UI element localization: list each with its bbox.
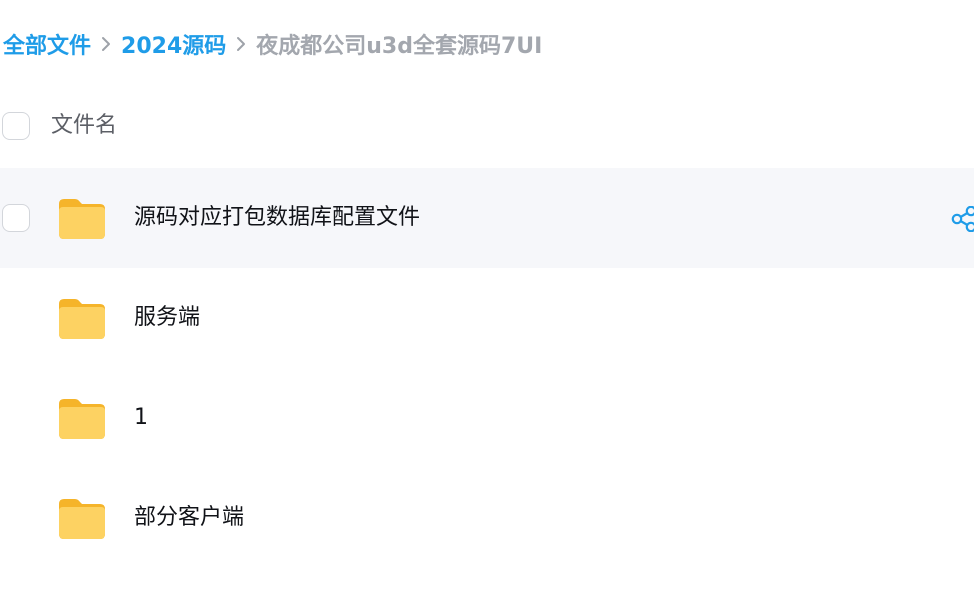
folder-icon [57,396,107,440]
file-row[interactable]: 源码对应打包数据库配置文件 [0,168,974,268]
breadcrumb-item-all-files[interactable]: 全部文件 [3,28,91,60]
file-row[interactable]: 1 [0,368,974,468]
folder-icon [57,196,107,240]
share-icon[interactable] [950,206,974,232]
file-name[interactable]: 源码对应打包数据库配置文件 [134,202,420,234]
file-list: 源码对应打包数据库配置文件 服务端 1 部分客户端 [0,168,974,568]
list-header: 文件名 [0,100,974,152]
breadcrumb-item-2024-source[interactable]: 2024源码 [121,28,226,60]
file-name[interactable]: 服务端 [134,302,200,334]
select-all-checkbox[interactable] [2,112,30,140]
row-checkbox[interactable] [2,204,30,232]
column-header-filename[interactable]: 文件名 [51,112,117,140]
file-browser: 全部文件 2024源码 夜成都公司u3d全套源码7UI 文件名 源码对应打包数据… [0,0,974,610]
file-row[interactable]: 服务端 [0,268,974,368]
file-row[interactable]: 部分客户端 [0,468,974,568]
folder-icon [57,296,107,340]
file-name[interactable]: 1 [134,402,148,434]
breadcrumb-current: 夜成都公司u3d全套源码7UI [256,34,543,59]
chevron-right-icon [93,34,119,54]
breadcrumb: 全部文件 2024源码 夜成都公司u3d全套源码7UI [3,26,542,62]
folder-icon [57,496,107,540]
chevron-right-icon [228,34,254,54]
file-name[interactable]: 部分客户端 [134,502,244,534]
